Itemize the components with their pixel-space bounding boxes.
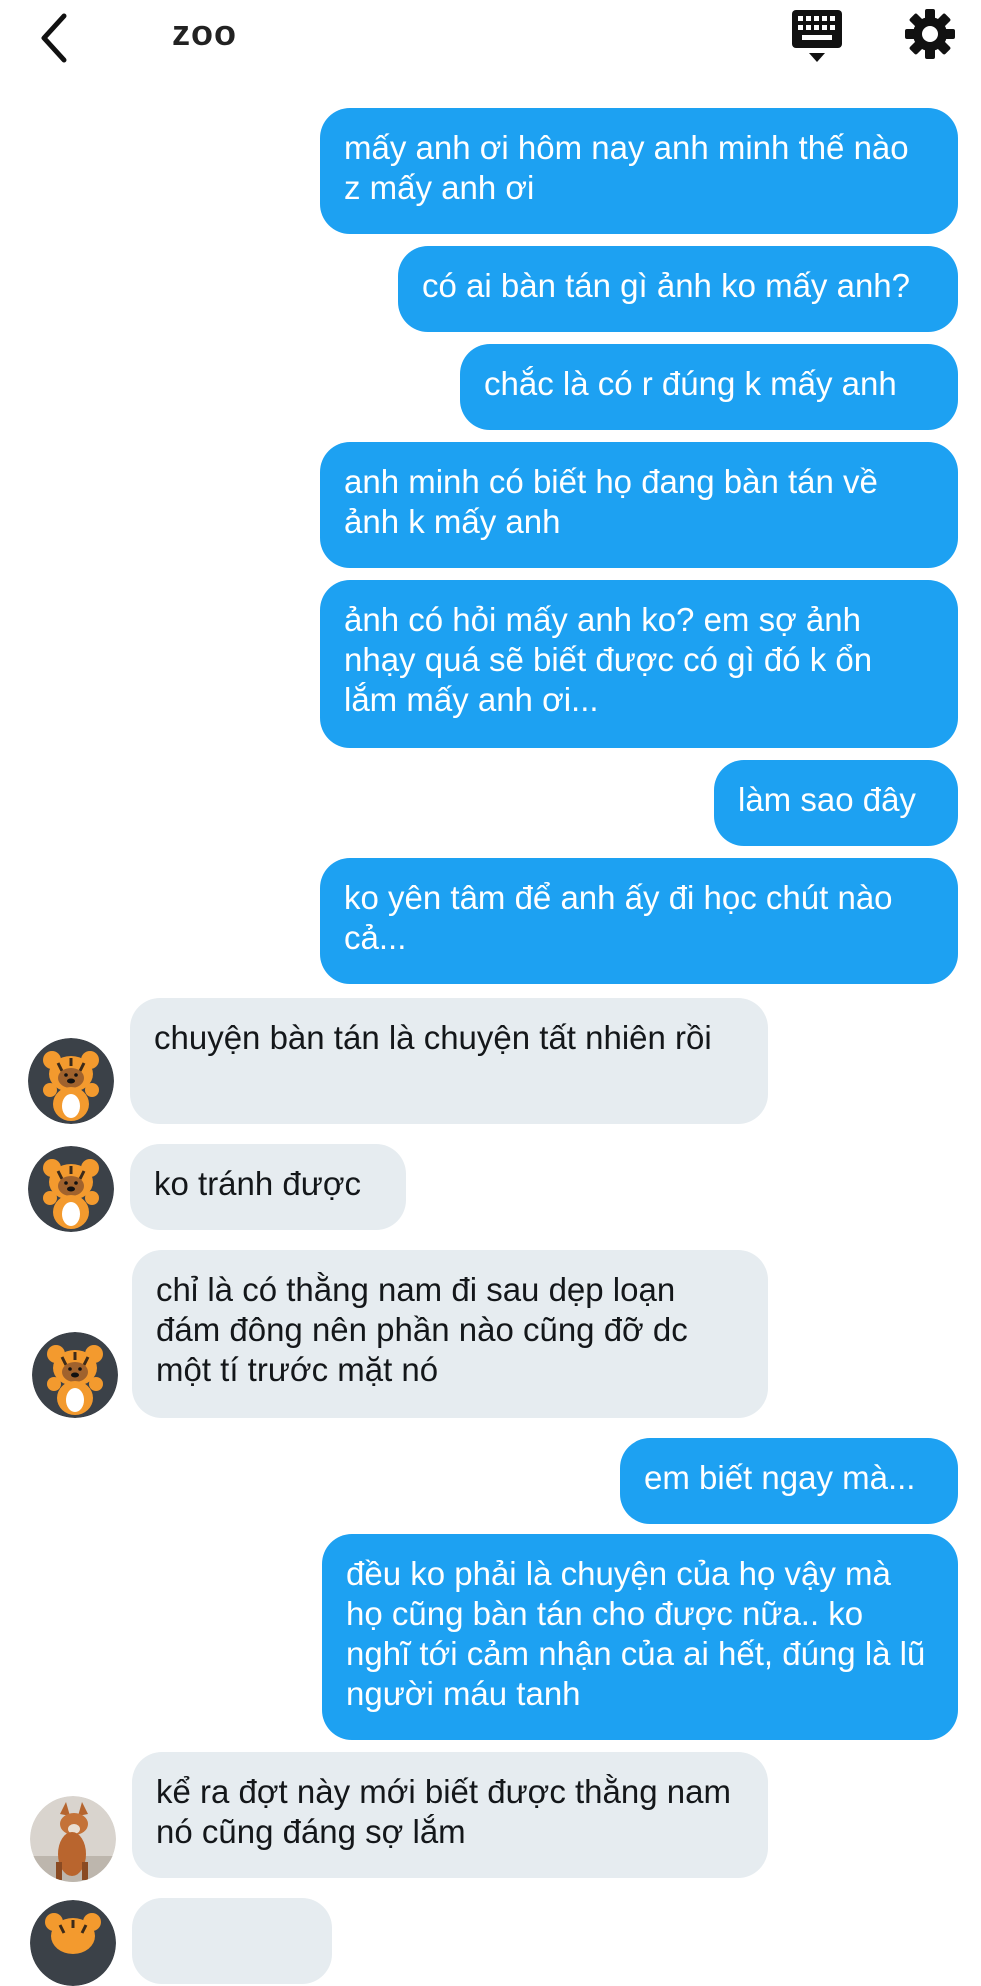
message-incoming[interactable]: chuyện bàn tán là chuyện tất nhiên rồi <box>130 998 768 1124</box>
message-incoming[interactable]: ko tránh được <box>130 1144 406 1230</box>
message-text: em biết ngay mà... <box>644 1459 916 1496</box>
message-text: chỉ là có thằng nam đi sau dẹp loạn đám … <box>156 1271 688 1388</box>
avatar[interactable] <box>30 1900 116 1986</box>
back-button[interactable] <box>34 8 74 64</box>
tiger-bear-avatar-icon <box>28 1038 114 1124</box>
keyboard-icon <box>792 10 842 62</box>
avatar[interactable] <box>30 1796 116 1882</box>
message-text: ko yên tâm để anh ấy đi học chút nào cả.… <box>344 879 893 956</box>
tiger-bear-avatar-icon <box>30 1900 116 1986</box>
message-text: ko tránh được <box>154 1165 361 1202</box>
message-outgoing[interactable]: ko yên tâm để anh ấy đi học chút nào cả.… <box>320 858 958 984</box>
message-outgoing[interactable]: mấy anh ơi hôm nay anh minh thế nào z mấ… <box>320 108 958 234</box>
message-text: chắc là có r đúng k mấy anh <box>484 365 897 402</box>
message-outgoing[interactable]: ảnh có hỏi mấy anh ko? em sợ ảnh nhạy qu… <box>320 580 958 748</box>
message-outgoing[interactable]: chắc là có r đúng k mấy anh <box>460 344 958 430</box>
avatar[interactable] <box>28 1038 114 1124</box>
tiger-bear-avatar-icon <box>28 1146 114 1232</box>
message-outgoing[interactable]: em biết ngay mà... <box>620 1438 958 1524</box>
message-outgoing[interactable]: đều ko phải là chuyện của họ vậy mà họ c… <box>322 1534 958 1740</box>
message-text: kể ra đợt này mới biết được thằng nam nó… <box>156 1773 731 1850</box>
message-text: đều ko phải là chuyện của họ vậy mà họ c… <box>346 1555 926 1712</box>
message-incoming[interactable] <box>132 1898 332 1984</box>
settings-button[interactable] <box>904 8 956 60</box>
message-text: mấy anh ơi hôm nay anh minh thế nào z mấ… <box>344 129 909 206</box>
message-text: có ai bàn tán gì ảnh ko mấy anh? <box>422 267 911 304</box>
avatar[interactable] <box>28 1146 114 1232</box>
chat-header: zoo <box>0 0 981 70</box>
message-outgoing[interactable]: làm sao đây <box>714 760 958 846</box>
chevron-left-icon <box>41 13 67 63</box>
message-incoming[interactable]: chỉ là có thằng nam đi sau dẹp loạn đám … <box>132 1250 768 1418</box>
tiger-bear-avatar-icon <box>32 1332 118 1418</box>
message-text: anh minh có biết họ đang bàn tán về ảnh … <box>344 463 878 540</box>
message-text: chuyện bàn tán là chuyện tất nhiên rồi <box>154 1019 712 1056</box>
fox-photo-avatar-icon <box>30 1796 116 1882</box>
message-outgoing[interactable]: anh minh có biết họ đang bàn tán về ảnh … <box>320 442 958 568</box>
message-text: làm sao đây <box>738 781 916 818</box>
message-incoming[interactable]: kể ra đợt này mới biết được thằng nam nó… <box>132 1752 768 1878</box>
conversation-title: zoo <box>172 12 237 53</box>
message-text: ảnh có hỏi mấy anh ko? em sợ ảnh nhạy qu… <box>344 601 873 718</box>
keyboard-button[interactable] <box>790 8 844 64</box>
message-outgoing[interactable]: có ai bàn tán gì ảnh ko mấy anh? <box>398 246 958 332</box>
avatar[interactable] <box>32 1332 118 1418</box>
gear-icon <box>905 9 955 59</box>
